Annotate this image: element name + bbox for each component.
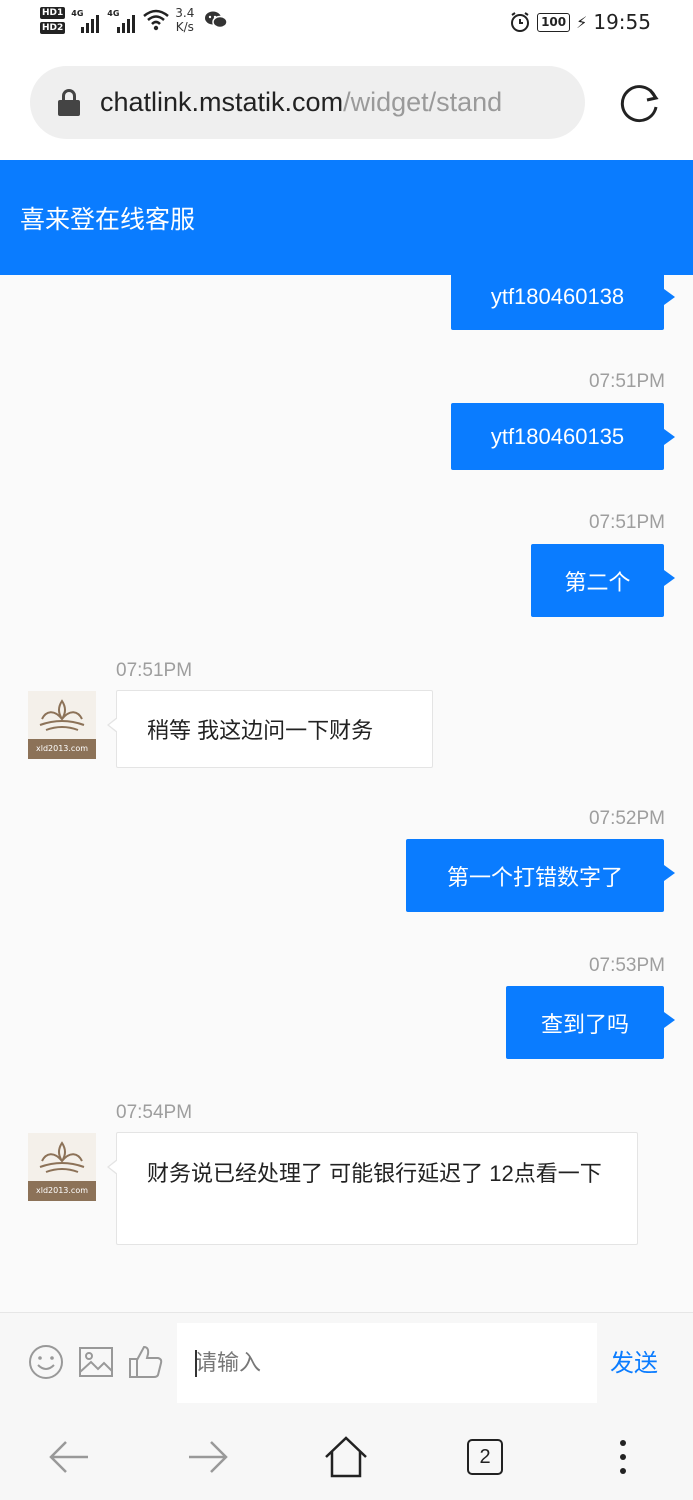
back-button[interactable] (44, 1432, 94, 1482)
chat-header: 喜来登在线客服 (0, 160, 693, 275)
message-timestamp: 07:53PM (588, 955, 665, 976)
agent-avatar: xld2013.com (28, 691, 96, 759)
charging-icon: ⚡ (576, 12, 588, 32)
url-text: chatlink.mstatik.com/widget/stand (100, 87, 503, 117)
more-vertical-icon (620, 1440, 626, 1474)
address-bar[interactable]: chatlink.mstatik.com/widget/stand (30, 66, 585, 139)
tabs-button[interactable]: 2 (460, 1432, 510, 1482)
clock: 19:55 (593, 10, 651, 34)
message-bubble-incoming: 稍等 我这边问一下财务 (107, 690, 433, 768)
image-icon[interactable] (78, 1344, 114, 1380)
wechat-icon (205, 11, 229, 29)
tabs-count: 2 (467, 1439, 503, 1475)
message-list[interactable]: ytf180460138 07:51PM ytf180460135 07:51P… (0, 275, 693, 1312)
message-bubble-outgoing: ytf180460138 (451, 275, 675, 330)
browser-toolbar: chatlink.mstatik.com/widget/stand (0, 50, 693, 160)
hotel-logo-icon (39, 699, 85, 731)
browser-bottom-nav: 2 (0, 1410, 693, 1500)
arrow-left-icon (49, 1441, 88, 1473)
avatar-caption: xld2013.com (28, 739, 96, 759)
signal-2-icon: 4G (107, 7, 136, 33)
signal-1-icon: 4G (71, 7, 100, 33)
status-left: HD1 HD2 4G 4G 3.4 K/s (40, 6, 229, 34)
home-icon (325, 1436, 367, 1478)
avatar-caption: xld2013.com (28, 1181, 96, 1201)
chat-input-bar: 发送 (0, 1312, 693, 1410)
menu-button[interactable] (598, 1432, 648, 1482)
network-speed: 3.4 K/s (175, 6, 195, 34)
status-bar: HD1 HD2 4G 4G 3.4 K/s 100 ⚡ 19:55 (0, 0, 693, 50)
message-timestamp: 07:51PM (588, 371, 665, 392)
status-right: 100 ⚡ 19:55 (509, 10, 651, 34)
message-bubble-outgoing: 第一个打错数字了 (406, 839, 675, 912)
message-input[interactable] (177, 1323, 597, 1403)
hd-2-icon: HD2 (40, 21, 66, 34)
home-button[interactable] (321, 1432, 371, 1482)
message-bubble-outgoing: 第二个 (531, 544, 675, 617)
lock-icon (58, 88, 80, 117)
wifi-icon (143, 9, 170, 31)
send-button[interactable]: 发送 (610, 1343, 658, 1378)
message-bubble-outgoing: 查到了吗 (506, 986, 675, 1059)
message-timestamp: 07:51PM (116, 660, 193, 681)
message-bubble-incoming: 财务说已经处理了 可能银行延迟了 12点看一下 (107, 1132, 638, 1245)
message-timestamp: 07:54PM (116, 1102, 193, 1123)
hd-1-icon: HD1 (40, 6, 66, 19)
message-timestamp: 07:51PM (588, 512, 665, 533)
refresh-icon[interactable] (617, 80, 663, 126)
message-timestamp: 07:52PM (588, 808, 665, 829)
arrow-right-icon (189, 1441, 228, 1473)
text-caret (195, 1350, 197, 1377)
hotel-logo-icon (39, 1141, 85, 1173)
forward-button[interactable] (183, 1432, 233, 1482)
emoji-icon[interactable] (28, 1344, 64, 1380)
thumbs-up-icon[interactable] (128, 1344, 164, 1380)
battery-icon: 100 (537, 12, 571, 32)
message-bubble-outgoing: ytf180460135 (451, 403, 675, 470)
hd-indicators: HD1 HD2 (40, 6, 66, 34)
alarm-icon (511, 12, 530, 32)
agent-avatar: xld2013.com (28, 1133, 96, 1201)
chat-title: 喜来登在线客服 (20, 204, 196, 234)
